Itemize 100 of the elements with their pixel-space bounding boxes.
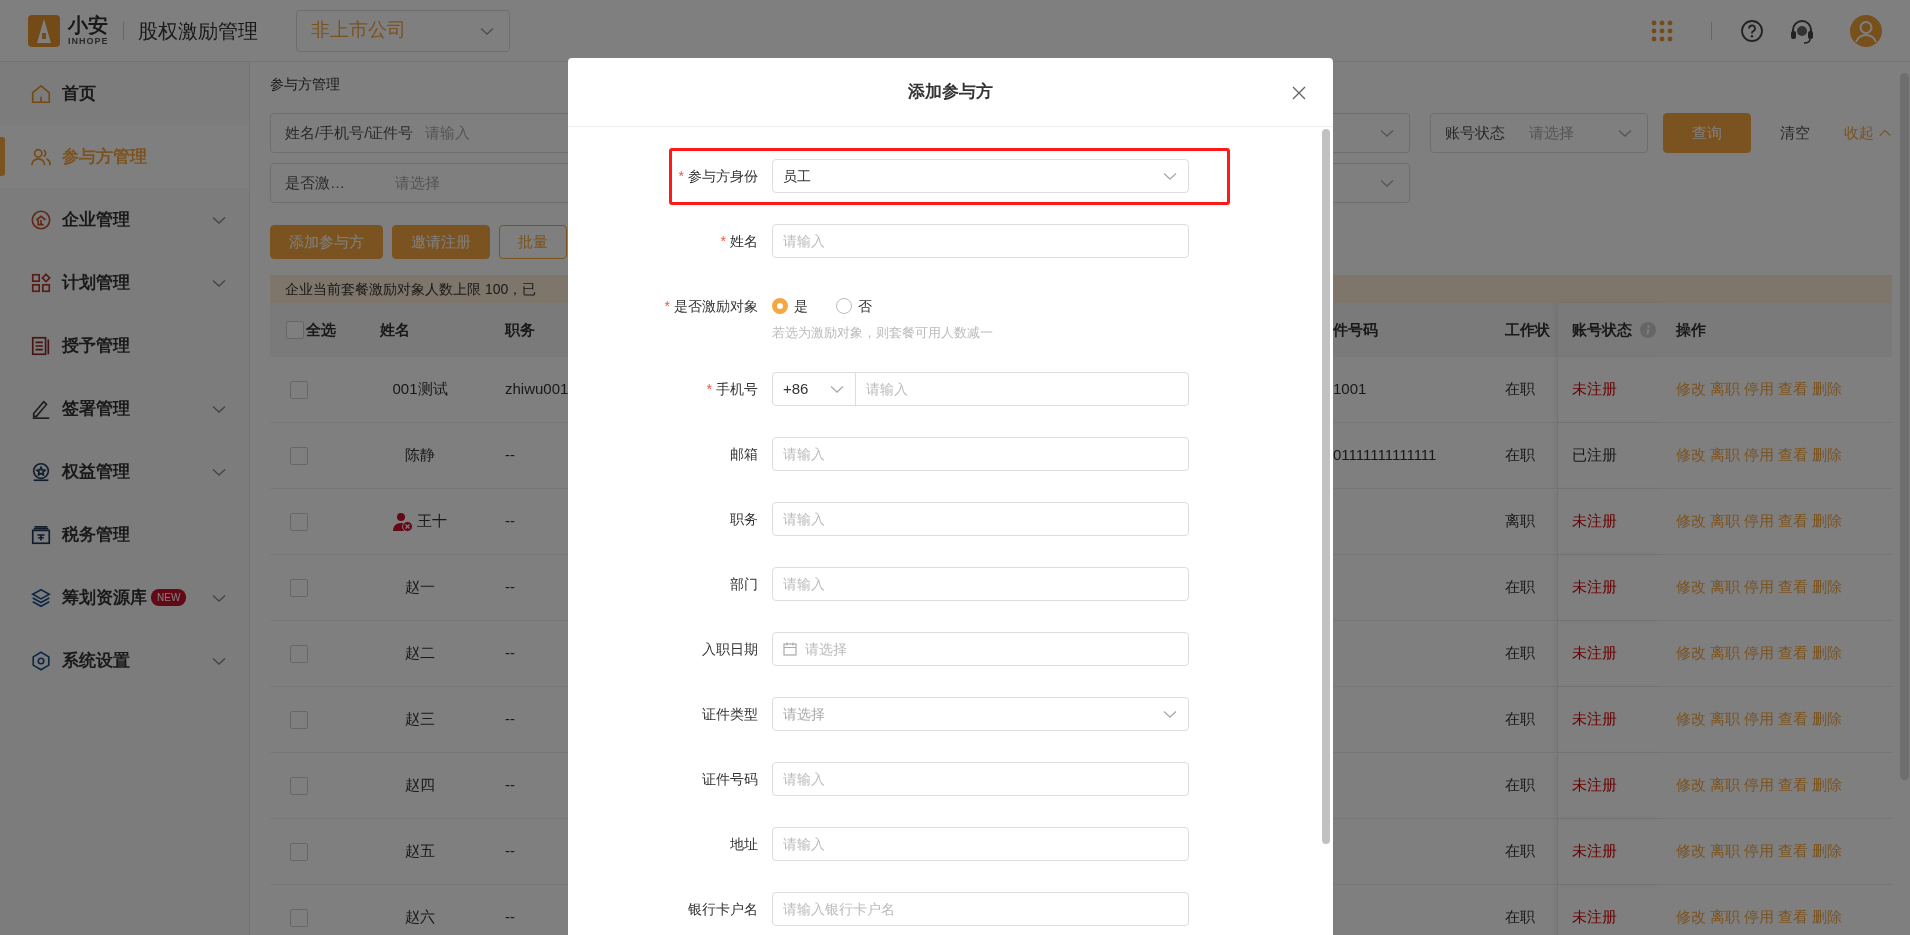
select-field[interactable]: 请选择 bbox=[772, 697, 1189, 731]
action-link[interactable]: 停用 bbox=[1744, 840, 1774, 863]
action-link[interactable]: 查看 bbox=[1778, 642, 1808, 665]
app-grid-icon[interactable] bbox=[1651, 19, 1673, 42]
action-link[interactable]: 修改 bbox=[1676, 840, 1706, 863]
input-field[interactable]: 请输入 bbox=[772, 827, 1189, 861]
action-link[interactable]: 查看 bbox=[1778, 906, 1808, 929]
radio-option[interactable]: 是 bbox=[772, 295, 808, 317]
sidebar-item[interactable]: 签署管理 bbox=[0, 377, 249, 440]
checkbox[interactable] bbox=[290, 908, 308, 927]
sidebar-item[interactable]: 权益管理 bbox=[0, 440, 249, 503]
action-link[interactable]: 离职 bbox=[1710, 774, 1740, 797]
country-code-select[interactable]: +86 bbox=[773, 373, 856, 405]
scrollbar-thumb[interactable] bbox=[1322, 129, 1330, 844]
action-link[interactable]: 删除 bbox=[1812, 510, 1842, 533]
select-field[interactable] bbox=[1333, 163, 1410, 203]
action-link[interactable]: 修改 bbox=[1676, 642, 1706, 665]
checkbox[interactable] bbox=[290, 380, 308, 399]
toolbar-button[interactable]: 批量 bbox=[499, 225, 567, 259]
date-field[interactable]: 请选择 bbox=[772, 632, 1189, 666]
action-link[interactable]: 修改 bbox=[1676, 510, 1706, 533]
action-link[interactable]: 删除 bbox=[1812, 444, 1842, 467]
input-field[interactable]: 请输入 bbox=[772, 567, 1189, 601]
action-link[interactable]: 修改 bbox=[1676, 708, 1706, 731]
sidebar-item[interactable]: 税务管理 bbox=[0, 503, 249, 566]
sidebar-item[interactable]: 授予管理 bbox=[0, 314, 249, 377]
sidebar-item[interactable]: 计划管理 bbox=[0, 251, 249, 314]
action-link[interactable]: 离职 bbox=[1710, 642, 1740, 665]
action-link[interactable]: 停用 bbox=[1744, 906, 1774, 929]
action-link[interactable]: 停用 bbox=[1744, 378, 1774, 401]
action-link[interactable]: 查看 bbox=[1778, 774, 1808, 797]
field-label: 部门 bbox=[729, 575, 759, 594]
collapse-link[interactable]: 收起 bbox=[1844, 121, 1892, 145]
checkbox[interactable] bbox=[290, 446, 308, 465]
query-button[interactable]: 查询 bbox=[1663, 113, 1751, 153]
sidebar-item[interactable]: 企业管理 bbox=[0, 188, 249, 251]
action-link[interactable]: 查看 bbox=[1778, 708, 1808, 731]
action-link[interactable]: 离职 bbox=[1710, 378, 1740, 401]
dialog-title: 添加参与方 bbox=[908, 81, 993, 104]
action-link[interactable]: 离职 bbox=[1710, 906, 1740, 929]
action-link[interactable]: 删除 bbox=[1812, 906, 1842, 929]
help-icon[interactable] bbox=[1740, 18, 1764, 43]
avatar-icon[interactable] bbox=[1850, 14, 1882, 47]
document-icon bbox=[30, 334, 52, 357]
action-link[interactable]: 停用 bbox=[1744, 576, 1774, 599]
action-link[interactable]: 查看 bbox=[1778, 510, 1808, 533]
action-link[interactable]: 离职 bbox=[1710, 444, 1740, 467]
input-field[interactable]: 请输入 bbox=[772, 762, 1189, 796]
input-field[interactable]: 请输入银行卡户名 bbox=[772, 892, 1189, 926]
action-link[interactable]: 查看 bbox=[1778, 576, 1808, 599]
info-icon[interactable] bbox=[1640, 322, 1656, 338]
action-link[interactable]: 修改 bbox=[1676, 906, 1706, 929]
action-link[interactable]: 停用 bbox=[1744, 642, 1774, 665]
action-link[interactable]: 删除 bbox=[1812, 576, 1842, 599]
action-link[interactable]: 停用 bbox=[1744, 708, 1774, 731]
action-link[interactable]: 删除 bbox=[1812, 378, 1842, 401]
input-field[interactable]: 请选择 bbox=[805, 638, 1178, 660]
action-link[interactable]: 离职 bbox=[1710, 708, 1740, 731]
action-link[interactable]: 修改 bbox=[1676, 576, 1706, 599]
action-link[interactable]: 修改 bbox=[1676, 444, 1706, 467]
checkbox[interactable] bbox=[290, 644, 308, 663]
company-type-select[interactable]: 非上市公司 bbox=[295, 9, 510, 52]
action-link[interactable]: 删除 bbox=[1812, 774, 1842, 797]
toolbar-button[interactable]: 添加参与方 bbox=[270, 225, 383, 259]
checkbox[interactable] bbox=[290, 842, 308, 861]
checkbox[interactable] bbox=[290, 776, 308, 795]
clear-link[interactable]: 清空 bbox=[1780, 121, 1810, 145]
phone-field[interactable]: +86 请输入 bbox=[772, 372, 1189, 406]
table-cell-text: 王十 bbox=[417, 511, 447, 532]
action-link[interactable]: 查看 bbox=[1778, 840, 1808, 863]
close-icon[interactable] bbox=[1291, 85, 1307, 101]
action-link[interactable]: 停用 bbox=[1744, 444, 1774, 467]
checkbox[interactable] bbox=[286, 321, 304, 339]
action-link[interactable]: 查看 bbox=[1778, 378, 1808, 401]
action-link[interactable]: 离职 bbox=[1710, 840, 1740, 863]
action-link[interactable]: 删除 bbox=[1812, 708, 1842, 731]
action-link[interactable]: 修改 bbox=[1676, 774, 1706, 797]
input-field[interactable]: 请输入 bbox=[772, 437, 1189, 471]
input-field[interactable]: 请输入 bbox=[856, 373, 1188, 405]
action-link[interactable]: 离职 bbox=[1710, 510, 1740, 533]
input-field[interactable]: 请输入 bbox=[772, 224, 1189, 258]
checkbox[interactable] bbox=[290, 512, 308, 531]
table-cell: 离职 bbox=[1505, 512, 1535, 530]
checkbox[interactable] bbox=[290, 710, 308, 729]
sidebar-item[interactable]: 系统设置 bbox=[0, 629, 249, 692]
action-link[interactable]: 停用 bbox=[1744, 510, 1774, 533]
radio-option[interactable]: 否 bbox=[836, 295, 872, 317]
sidebar-item[interactable]: 首页 bbox=[0, 62, 249, 125]
select-field[interactable]: 员工 bbox=[772, 159, 1189, 193]
checkbox[interactable] bbox=[290, 578, 308, 597]
action-link[interactable]: 查看 bbox=[1778, 444, 1808, 467]
input-field[interactable]: 请输入 bbox=[772, 502, 1189, 536]
action-link[interactable]: 删除 bbox=[1812, 840, 1842, 863]
select-field[interactable] bbox=[1333, 113, 1410, 153]
action-link[interactable]: 离职 bbox=[1710, 576, 1740, 599]
toolbar-button[interactable]: 邀请注册 bbox=[392, 225, 490, 259]
action-link[interactable]: 停用 bbox=[1744, 774, 1774, 797]
action-link[interactable]: 删除 bbox=[1812, 642, 1842, 665]
sidebar-item[interactable]: 筹划资源库 NEW bbox=[0, 566, 249, 629]
action-link[interactable]: 修改 bbox=[1676, 378, 1706, 401]
